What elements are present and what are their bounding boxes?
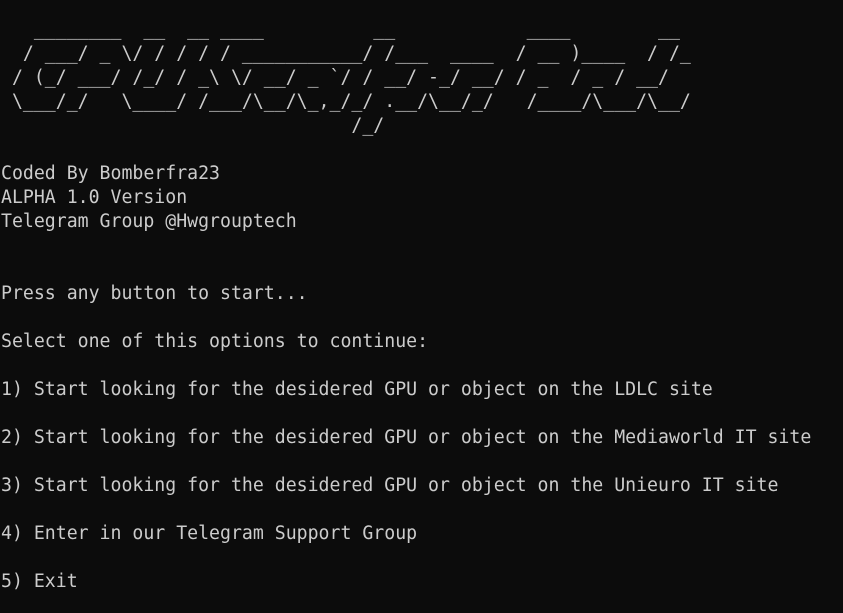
menu-option-exit: 5) Exit (1, 571, 78, 592)
ascii-art-banner: ________ __ __ ____ __ ____ __ / ___/ _ … (11, 19, 691, 136)
menu-option-telegram: 4) Enter in our Telegram Support Group (1, 523, 418, 544)
credits-line: Coded By Bomberfra23 (1, 163, 220, 184)
press-any-button-prompt: Press any button to start... (1, 283, 308, 304)
select-option-prompt: Select one of this options to continue: (1, 331, 429, 352)
menu-option-unieuro: 3) Start looking for the desidered GPU o… (1, 475, 779, 496)
menu-option-mediaworld: 2) Start looking for the desidered GPU o… (1, 427, 812, 448)
console-window: ________ __ __ ____ __ ____ __ / ___/ _ … (0, 0, 843, 613)
menu-option-ldlc: 1) Start looking for the desidered GPU o… (1, 379, 713, 400)
telegram-group-line: Telegram Group @Hwgrouptech (1, 211, 297, 232)
version-line: ALPHA 1.0 Version (1, 187, 188, 208)
